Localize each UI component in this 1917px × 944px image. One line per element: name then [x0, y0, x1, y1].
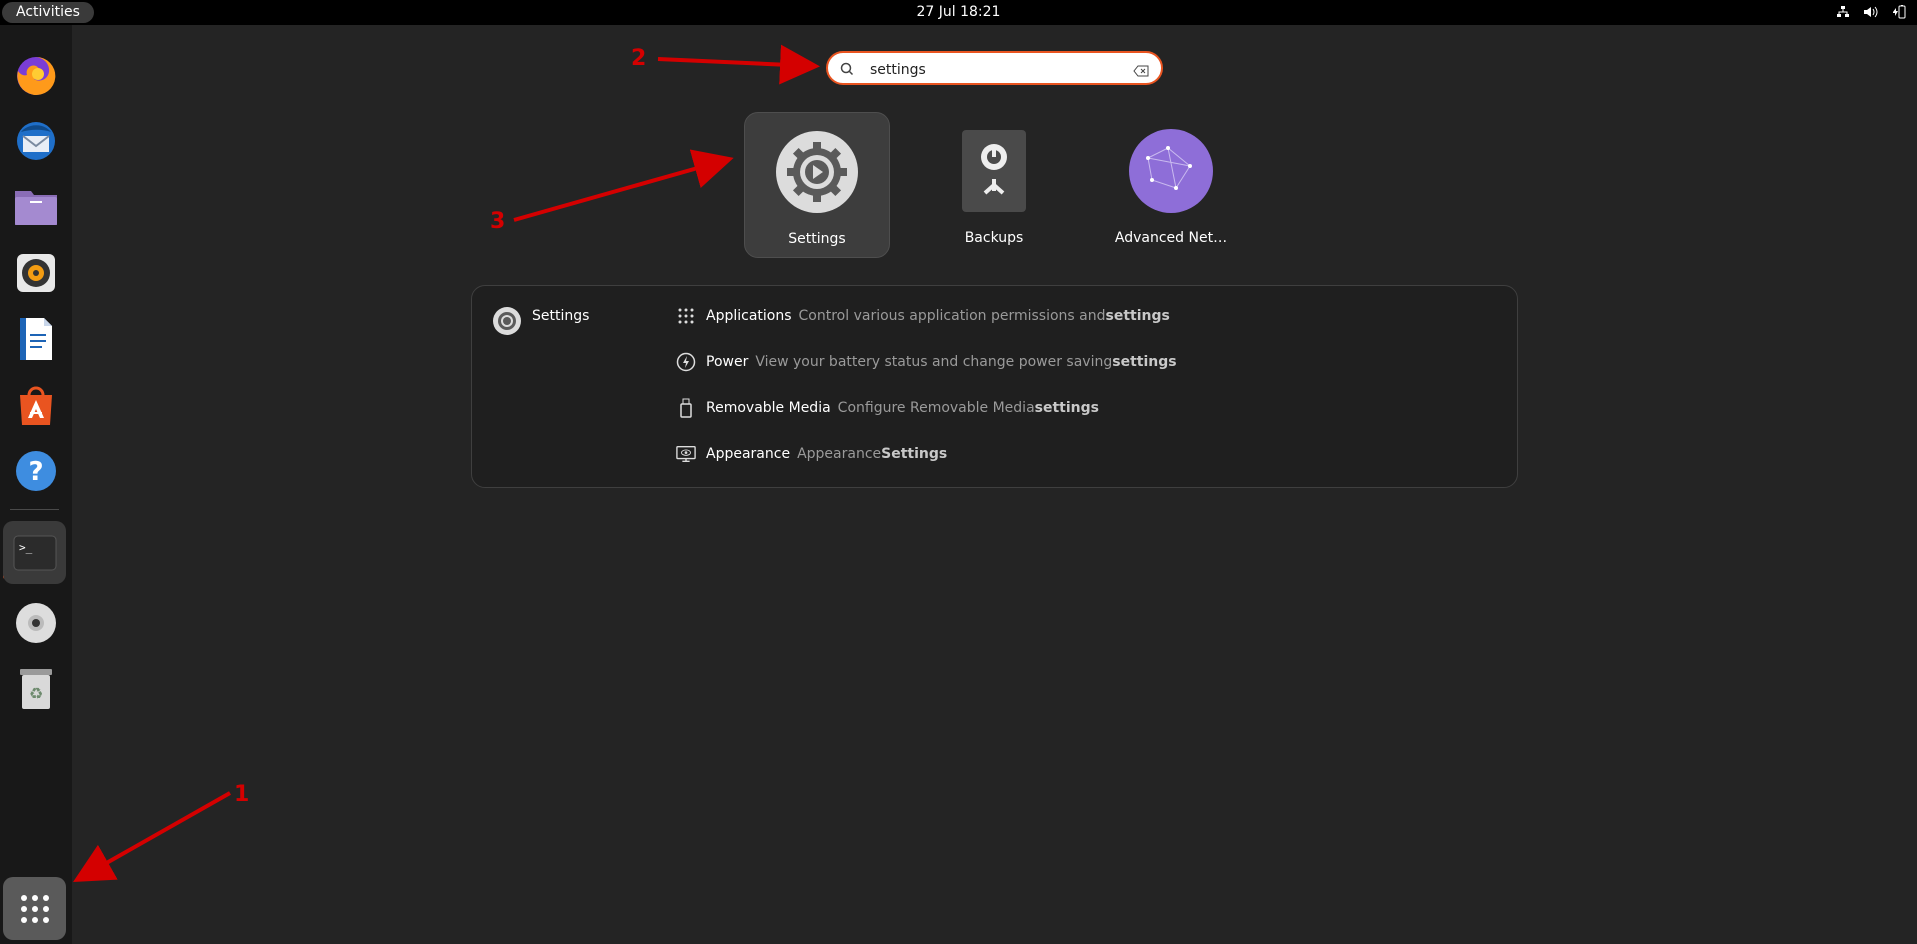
clear-icon[interactable]: [1133, 62, 1149, 81]
trash-icon[interactable]: ♻: [6, 659, 66, 719]
top-bar: Activities 27 Jul 18:21: [0, 0, 1917, 25]
files-icon[interactable]: [6, 177, 66, 237]
result-highlight: Settings: [881, 446, 948, 462]
software-icon[interactable]: [6, 375, 66, 435]
search-box[interactable]: [826, 51, 1163, 85]
result-row-applications[interactable]: Applications Control various application…: [676, 303, 1170, 329]
svg-text:>_: >_: [19, 541, 33, 554]
result-row-power[interactable]: Power View your battery status and chang…: [676, 349, 1177, 375]
settings-small-icon: [493, 307, 521, 335]
settings-gear-icon: [774, 129, 860, 215]
terminal-icon[interactable]: >_: [3, 521, 66, 584]
result-title: Removable Media: [706, 400, 831, 416]
system-tray[interactable]: [1835, 4, 1907, 20]
network-icon[interactable]: [1835, 4, 1851, 20]
result-desc: Appearance: [797, 446, 882, 462]
annotation-3: 3: [490, 209, 506, 234]
grid-icon: [20, 894, 49, 923]
result-title: Applications: [706, 308, 792, 324]
advanced-network-icon: [1128, 128, 1214, 214]
arrow-3: [513, 149, 734, 222]
dock-separator: [10, 509, 59, 510]
app-backups[interactable]: Backups: [921, 112, 1067, 258]
annotation-1: 1: [234, 782, 250, 807]
app-settings[interactable]: Settings: [744, 112, 890, 258]
app-label: Advanced Net…: [1114, 230, 1228, 246]
firefox-icon[interactable]: [6, 45, 66, 105]
svg-text:♻: ♻: [29, 684, 43, 703]
writer-icon[interactable]: [6, 309, 66, 369]
result-desc: View your battery status and change powe…: [755, 354, 1113, 370]
power-icon: [676, 352, 696, 372]
arrow-1: [73, 791, 231, 882]
rhythmbox-icon[interactable]: [6, 243, 66, 303]
apps-grid-icon: [676, 306, 696, 326]
usb-icon: [676, 398, 696, 418]
annotation-2: 2: [631, 46, 647, 71]
app-advanced-network[interactable]: Advanced Net…: [1098, 112, 1244, 258]
result-desc: Control various application permissions …: [798, 308, 1106, 324]
app-label: Settings: [788, 231, 846, 247]
search-results-panel: Settings Applications Control various ap…: [471, 285, 1518, 488]
dock: ? >_ ♻: [0, 25, 72, 944]
result-highlight: settings: [1112, 354, 1177, 370]
battery-icon[interactable]: [1891, 4, 1907, 20]
svg-text:?: ?: [28, 457, 43, 487]
provider-label: Settings: [532, 308, 590, 324]
disc-icon[interactable]: [6, 593, 66, 653]
result-highlight: settings: [1105, 308, 1170, 324]
appearance-icon: [676, 444, 696, 464]
backups-icon: [951, 128, 1037, 214]
search-input[interactable]: [868, 58, 1112, 82]
thunderbird-icon[interactable]: [6, 111, 66, 171]
result-title: Power: [706, 354, 749, 370]
app-label: Backups: [964, 230, 1024, 246]
show-applications-button[interactable]: [3, 877, 66, 940]
result-desc: Configure Removable Media: [837, 400, 1035, 416]
clock[interactable]: 27 Jul 18:21: [0, 0, 1917, 25]
help-icon[interactable]: ?: [6, 441, 66, 501]
arrow-2: [657, 44, 820, 85]
result-highlight: settings: [1034, 400, 1099, 416]
search-icon: [840, 61, 854, 80]
result-provider-settings[interactable]: Settings: [492, 306, 589, 336]
volume-icon[interactable]: [1863, 4, 1879, 20]
result-title: Appearance: [706, 446, 791, 462]
result-row-appearance[interactable]: Appearance Appearance Settings: [676, 441, 947, 467]
result-row-removable-media[interactable]: Removable Media Configure Removable Medi…: [676, 395, 1099, 421]
